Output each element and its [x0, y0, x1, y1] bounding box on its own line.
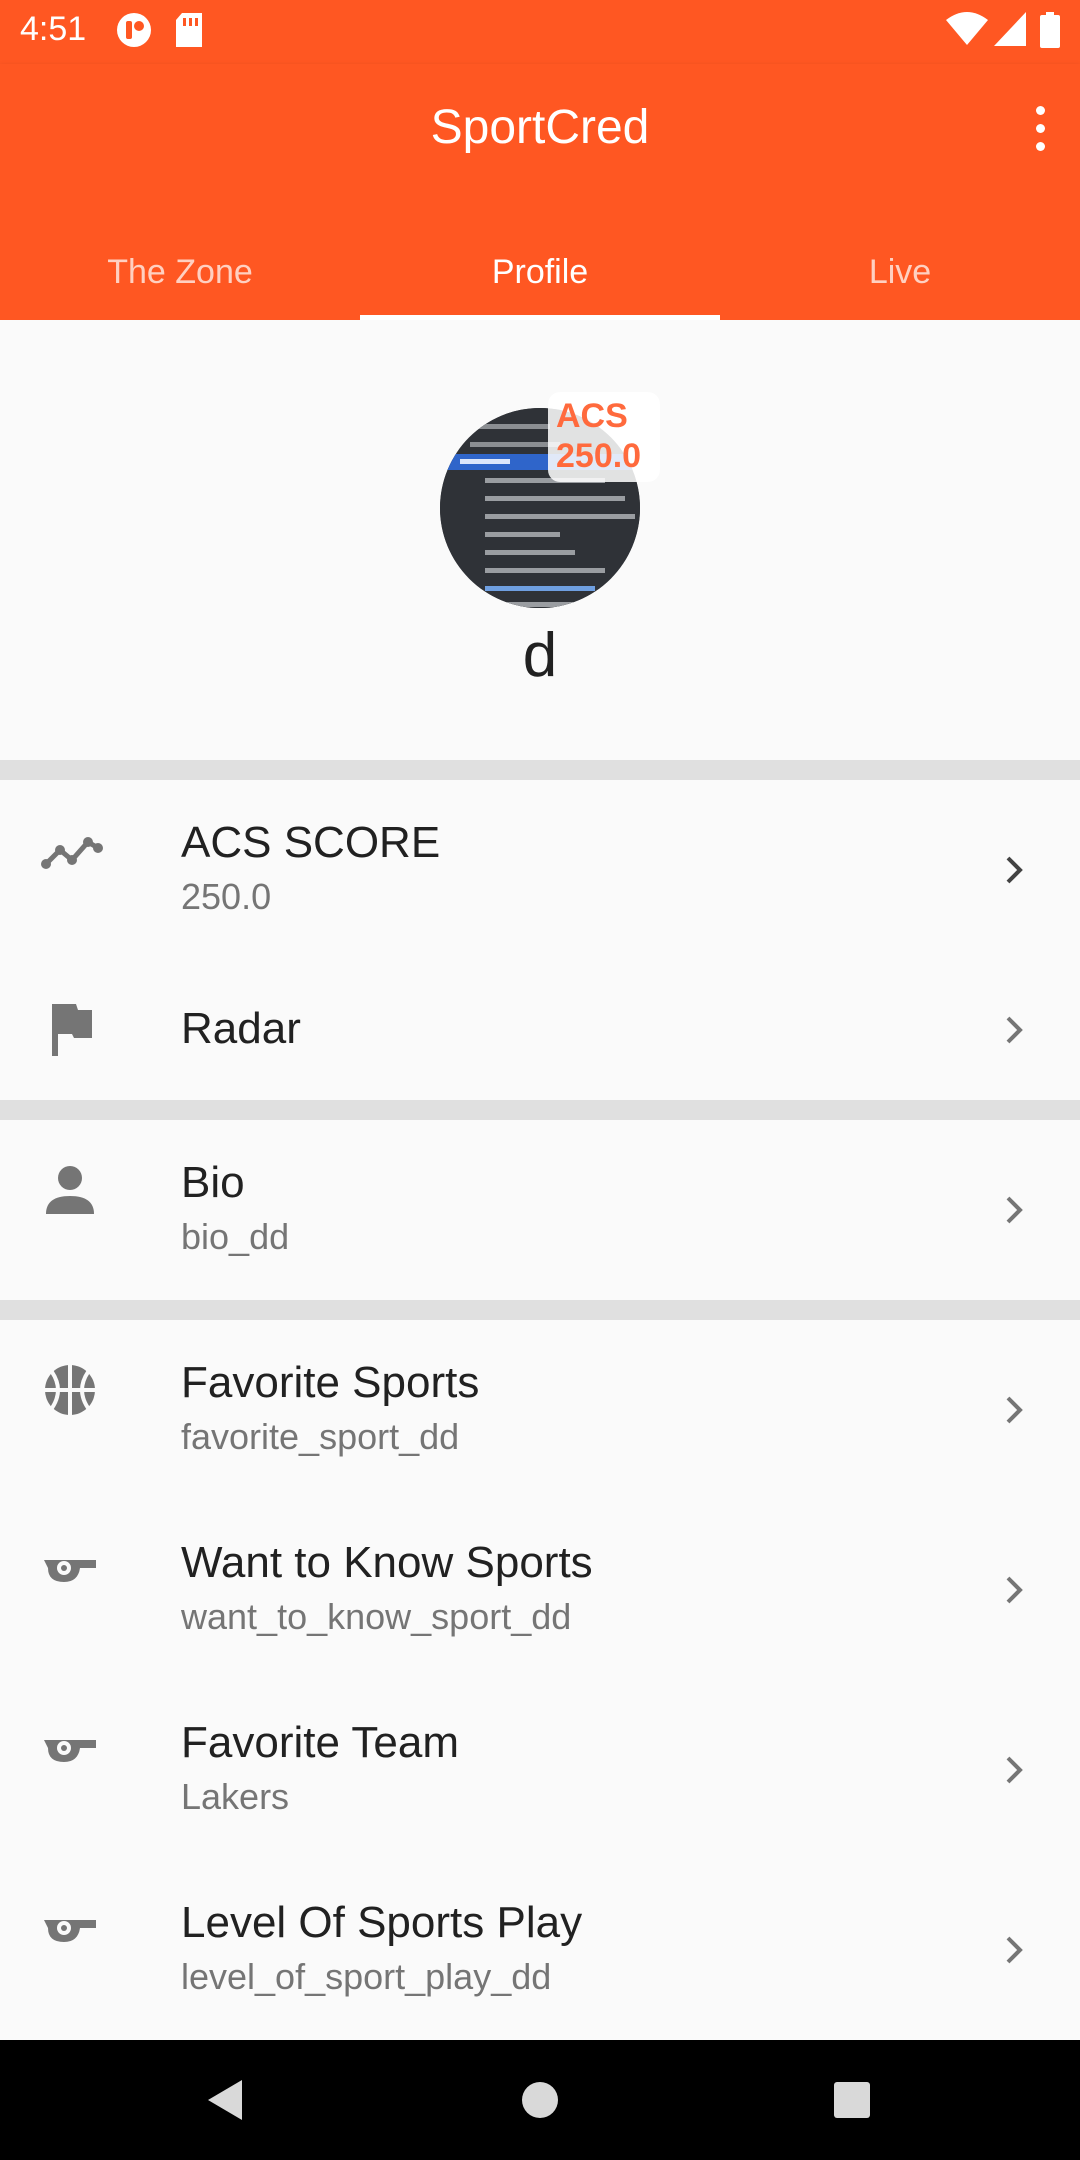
tab-the-zone[interactable]: The Zone	[0, 224, 360, 320]
chevron-right-icon	[1006, 1756, 1023, 1784]
chevron-right-icon	[1006, 1396, 1023, 1424]
app-title: SportCred	[430, 101, 650, 154]
flag-icon	[52, 1004, 92, 1056]
bio-title: Bio	[181, 1158, 245, 1207]
favorite-team-value: Lakers	[181, 1776, 290, 1817]
system-nav-bar	[0, 2040, 1080, 2160]
sd-card-icon	[174, 12, 204, 53]
username: d	[522, 621, 558, 690]
back-icon[interactable]	[196, 2070, 256, 2130]
list-item-bio[interactable]: Bio bio_dd	[0, 1120, 1080, 1300]
favorite-sports-value: favorite_sport_dd	[181, 1416, 460, 1457]
favorite-team-title: Favorite Team	[181, 1718, 459, 1767]
list-item-want-to-know-sports[interactable]: Want to Know Sports want_to_know_sport_d…	[0, 1500, 1080, 1680]
list-item-radar[interactable]: Radar	[0, 960, 1080, 1100]
chevron-right-icon	[1006, 1016, 1023, 1044]
acs-badge-value: 250.0	[556, 437, 642, 475]
bio-value: bio_dd	[181, 1216, 290, 1257]
list-item-favorite-team[interactable]: Favorite Team Lakers	[0, 1680, 1080, 1860]
acs-score-title: ACS SCORE	[181, 818, 441, 867]
want-to-know-sports-value: want_to_know_sport_dd	[181, 1596, 572, 1637]
list-item-level-of-sports-play[interactable]: Level Of Sports Play level_of_sport_play…	[0, 1860, 1080, 2040]
acs-badge: ACS 250.0	[548, 392, 660, 482]
recents-icon[interactable]	[822, 2070, 882, 2130]
section-divider	[0, 1100, 1080, 1120]
basketball-icon	[45, 1365, 95, 1415]
acs-badge-label: ACS	[556, 397, 628, 435]
signal-icon	[994, 12, 1026, 51]
battery-icon	[1040, 12, 1060, 53]
section-divider	[0, 760, 1080, 780]
whistle-icon	[44, 1920, 96, 1942]
favorite-sports-title: Favorite Sports	[181, 1358, 480, 1407]
list-item-favorite-sports[interactable]: Favorite Sports favorite_sport_dd	[0, 1320, 1080, 1500]
status-time: 4:51	[20, 10, 87, 48]
chevron-right-icon	[1006, 1576, 1023, 1604]
home-icon[interactable]	[510, 2070, 570, 2130]
chevron-right-icon	[1006, 1196, 1023, 1224]
app-bar: SportCred The Zone Profile Live	[0, 64, 1080, 320]
tab-profile[interactable]: Profile	[360, 224, 720, 320]
list-item-acs-score[interactable]: ACS SCORE 250.0	[0, 780, 1080, 960]
chevron-right-icon	[1006, 856, 1023, 884]
status-bar: 4:51	[0, 0, 1080, 64]
level-of-sports-play-value: level_of_sport_play_dd	[181, 1956, 552, 1997]
profile-header: ACS 250.0 d	[0, 320, 1080, 760]
want-to-know-sports-title: Want to Know Sports	[181, 1538, 593, 1587]
whistle-icon	[44, 1740, 96, 1762]
radar-title: Radar	[181, 1004, 301, 1053]
tab-live[interactable]: Live	[720, 224, 1080, 320]
acs-score-value: 250.0	[181, 876, 272, 917]
trending-icon	[41, 837, 103, 869]
tab-bar: The Zone Profile Live	[0, 224, 1080, 320]
person-icon	[46, 1166, 94, 1214]
app-notification-icon	[116, 12, 152, 53]
wifi-icon	[946, 12, 988, 51]
more-vert-icon[interactable]	[1020, 98, 1060, 158]
level-of-sports-play-title: Level Of Sports Play	[181, 1898, 583, 1947]
section-divider	[0, 1300, 1080, 1320]
chevron-right-icon	[1006, 1936, 1023, 1964]
whistle-icon	[44, 1560, 96, 1582]
